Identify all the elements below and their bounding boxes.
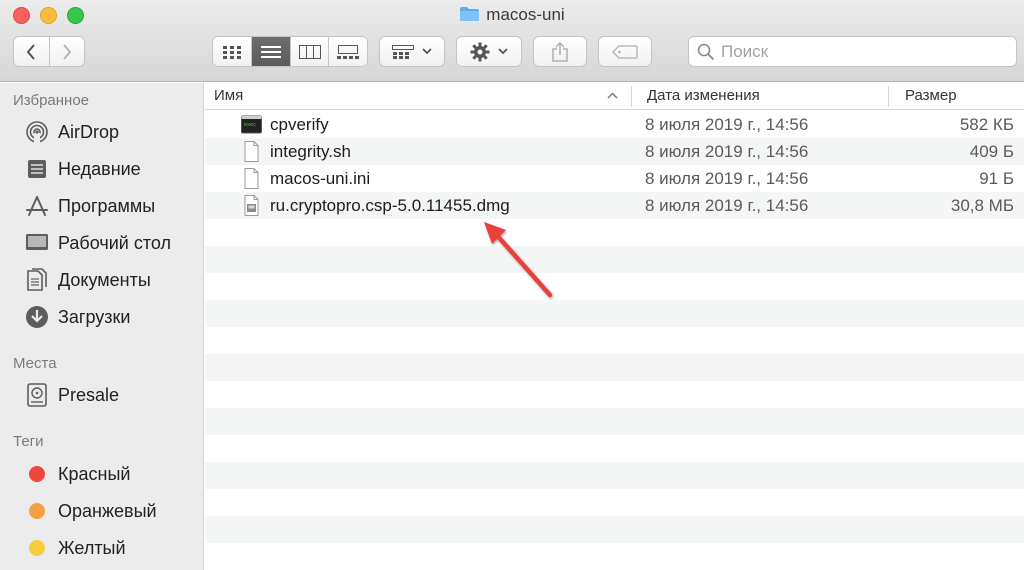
file-size: 30,8 МБ xyxy=(950,196,1014,215)
sidebar-item-applications[interactable]: Программы xyxy=(24,191,155,221)
sidebar-item-label: Оранжевый xyxy=(58,500,157,521)
document-icon xyxy=(244,168,259,189)
title-bar: macos-uni xyxy=(0,0,1024,82)
applications-icon xyxy=(26,196,48,216)
orange-tag-dot-icon xyxy=(29,503,45,519)
sidebar: Избранное AirDrop Недавние Программы Раб… xyxy=(0,83,204,570)
desktop-icon xyxy=(26,234,48,250)
column-header-date[interactable]: Дата изменения xyxy=(647,87,760,104)
file-row-integrity[interactable]: integrity.sh 8 июля 2019 г., 14:56 409 Б xyxy=(205,138,1024,165)
file-date: 8 июля 2019 г., 14:56 xyxy=(645,142,809,161)
list-icon xyxy=(261,45,281,58)
tag-icon xyxy=(612,44,638,59)
documents-icon xyxy=(27,268,47,291)
sidebar-item-label: Программы xyxy=(58,195,156,216)
terminal-exec-icon: exec xyxy=(241,115,262,134)
icon-view-button[interactable] xyxy=(213,37,252,66)
gallery-view-button[interactable] xyxy=(329,37,367,66)
red-tag-dot-icon xyxy=(29,466,45,482)
view-mode-control xyxy=(212,36,368,67)
file-row-macos-uni-ini[interactable]: macos-uni.ini 8 июля 2019 г., 14:56 91 Б xyxy=(205,165,1024,192)
chevron-down-icon xyxy=(498,48,508,55)
sidebar-header-places: Места xyxy=(13,355,57,372)
forward-button[interactable] xyxy=(49,37,84,66)
airdrop-icon xyxy=(26,121,48,144)
file-rows: exec cpverify 8 июля 2019 г., 14:56 582 … xyxy=(205,111,1024,570)
sidebar-item-label: Presale xyxy=(58,384,120,405)
sidebar-item-tag-orange[interactable]: Оранжевый xyxy=(24,496,157,526)
sidebar-item-presale[interactable]: Presale xyxy=(24,380,119,410)
column-header-size[interactable]: Размер xyxy=(905,87,957,104)
sidebar-item-label: AirDrop xyxy=(58,121,120,142)
search-input[interactable] xyxy=(721,41,1001,62)
disk-image-icon xyxy=(244,195,259,216)
file-row-dmg[interactable]: ru.cryptopro.csp-5.0.11455.dmg 8 июля 20… xyxy=(205,192,1024,219)
file-size: 582 КБ xyxy=(959,115,1014,134)
file-list: Имя Дата изменения Размер exec cpverify … xyxy=(205,83,1024,570)
svg-text:exec: exec xyxy=(244,122,256,128)
action-menu-button[interactable] xyxy=(456,36,522,67)
downloads-icon xyxy=(26,306,48,328)
file-size: 91 Б xyxy=(979,169,1014,188)
search-icon xyxy=(697,43,715,60)
sidebar-item-label: Желтый xyxy=(58,537,126,558)
recents-icon xyxy=(28,160,46,178)
sidebar-item-recents[interactable]: Недавние xyxy=(24,154,141,184)
sidebar-item-desktop[interactable]: Рабочий стол xyxy=(24,228,171,258)
column-header-name[interactable]: Имя xyxy=(214,87,243,104)
sort-ascending-icon xyxy=(607,92,618,99)
sidebar-item-airdrop[interactable]: AirDrop xyxy=(24,117,119,147)
document-icon xyxy=(244,141,259,162)
gallery-icon xyxy=(337,44,359,59)
grid-icon xyxy=(223,45,241,59)
sidebar-item-label: Рабочий стол xyxy=(58,232,171,253)
yellow-tag-dot-icon xyxy=(29,540,45,556)
navigation-buttons xyxy=(13,36,85,67)
share-icon xyxy=(552,41,568,62)
columns-icon xyxy=(298,44,321,59)
column-view-button[interactable] xyxy=(291,37,329,66)
file-row-cpverify[interactable]: exec cpverify 8 июля 2019 г., 14:56 582 … xyxy=(205,111,1024,138)
file-size: 409 Б xyxy=(969,142,1014,161)
edit-tags-button[interactable] xyxy=(598,36,652,67)
back-button[interactable] xyxy=(14,37,50,66)
file-name: integrity.sh xyxy=(270,142,351,161)
sidebar-item-label: Недавние xyxy=(58,158,141,179)
group-by-button[interactable] xyxy=(379,36,445,67)
file-name: macos-uni.ini xyxy=(270,169,371,188)
sidebar-item-label: Загрузки xyxy=(58,306,131,327)
sidebar-item-label: Документы xyxy=(58,269,151,290)
sidebar-item-downloads[interactable]: Загрузки xyxy=(24,302,130,332)
window-title-text: macos-uni xyxy=(486,5,565,24)
sidebar-header-favorites: Избранное xyxy=(13,92,90,109)
file-name: ru.cryptopro.csp-5.0.11455.dmg xyxy=(270,196,510,215)
file-date: 8 июля 2019 г., 14:56 xyxy=(645,196,809,215)
group-icon xyxy=(392,44,414,59)
chevron-left-icon xyxy=(26,43,36,60)
file-date: 8 июля 2019 г., 14:56 xyxy=(645,115,809,134)
search-field[interactable] xyxy=(688,36,1017,67)
chevron-right-icon xyxy=(62,43,72,60)
sidebar-header-tags: Теги xyxy=(13,433,44,450)
list-view-button[interactable] xyxy=(252,37,291,66)
file-date: 8 июля 2019 г., 14:56 xyxy=(645,169,809,188)
sidebar-item-documents[interactable]: Документы xyxy=(24,265,151,295)
sidebar-item-tag-yellow[interactable]: Желтый xyxy=(24,533,126,563)
file-name: cpverify xyxy=(270,115,329,134)
sidebar-item-label: Красный xyxy=(58,463,131,484)
column-header-bar: Имя Дата изменения Размер xyxy=(205,83,1024,110)
folder-icon xyxy=(460,7,480,21)
disk-icon xyxy=(27,383,47,407)
gear-icon xyxy=(470,42,490,61)
share-button[interactable] xyxy=(533,36,587,67)
window-title: macos-uni xyxy=(0,4,1024,26)
chevron-down-icon xyxy=(422,48,432,55)
sidebar-item-tag-red[interactable]: Красный xyxy=(24,459,130,489)
